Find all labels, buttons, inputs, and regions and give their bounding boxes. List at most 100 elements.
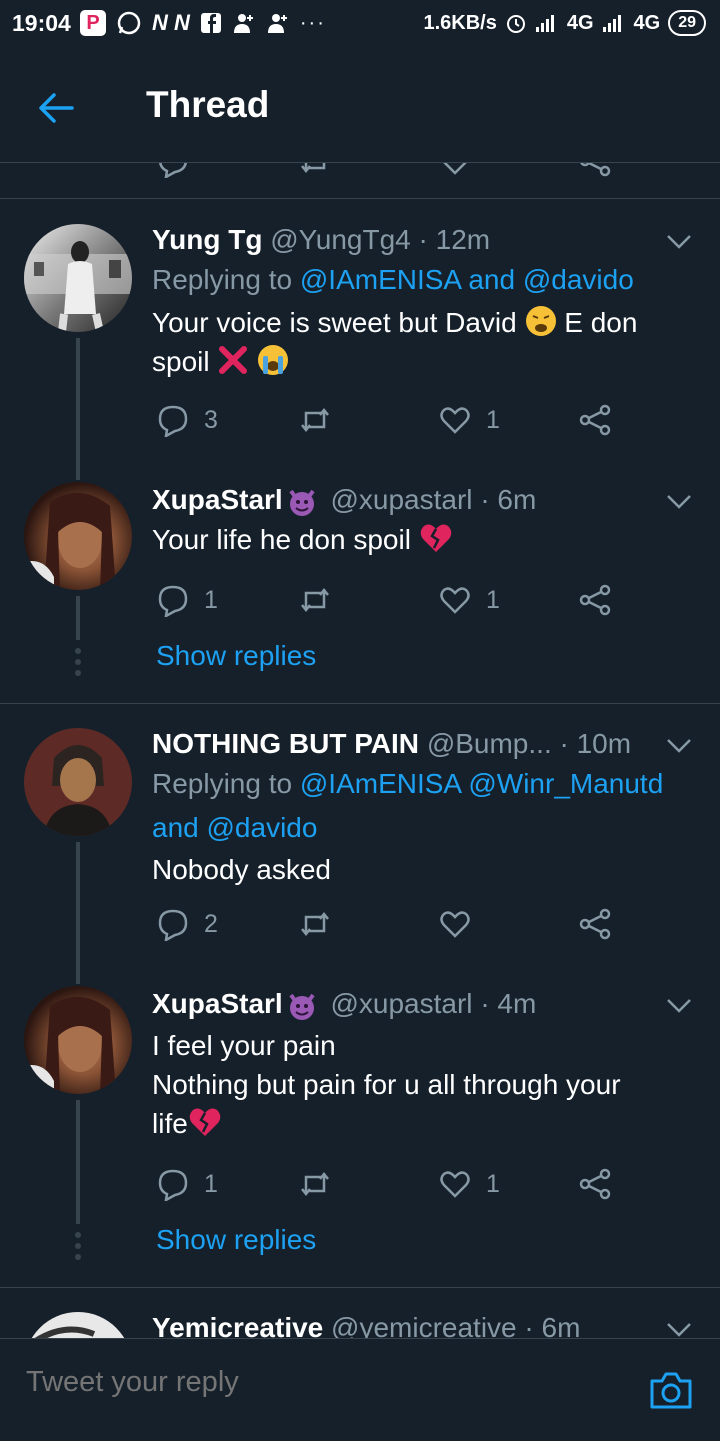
retweet-button[interactable] <box>298 580 332 620</box>
chevron-down-icon[interactable] <box>666 732 692 758</box>
thread-ellipsis <box>75 1232 81 1265</box>
like-button[interactable]: 1 <box>438 580 500 620</box>
reply-button[interactable]: 1 <box>156 580 218 620</box>
avatar[interactable] <box>24 1312 132 1338</box>
status-time: 19:04 <box>12 10 71 36</box>
display-name[interactable]: Yemicreative <box>152 1312 323 1338</box>
avatar[interactable] <box>24 482 132 590</box>
share-icon[interactable] <box>578 162 612 178</box>
facebook-icon <box>200 13 221 33</box>
like-button[interactable]: 1 <box>438 1164 500 1204</box>
like-button[interactable]: 1 <box>438 400 500 440</box>
mention-and[interactable]: and <box>152 812 199 843</box>
retweet-icon <box>301 1171 329 1197</box>
battery-indicator: 29 <box>668 10 706 36</box>
status-notification-icons: P N N ··· <box>80 10 326 36</box>
whatsapp-icon <box>117 11 141 35</box>
share-button[interactable] <box>578 904 612 944</box>
camera-button[interactable] <box>648 1369 694 1411</box>
mention-link[interactable]: @davido <box>207 812 318 843</box>
user-handle[interactable]: @YungTg4 <box>270 224 411 255</box>
tweet-text-line: Your voice is sweet but David <box>152 307 517 338</box>
status-bar: 19:04 P N N ··· 1.6KB/s 4G 4G 29 <box>0 0 720 52</box>
mention-link[interactable]: @Winr_Manutd <box>468 768 663 799</box>
tweet-actions: 2 <box>152 904 622 944</box>
share-button[interactable] <box>578 1164 612 1204</box>
share-icon <box>579 584 611 616</box>
divider <box>0 703 720 704</box>
tweet-actions: 1 1 <box>152 580 622 620</box>
tweet-text: Your life he don spoil <box>152 520 686 559</box>
tweet[interactable]: Yung Tg @YungTg4 · 12m Replying to @IAmE… <box>0 220 720 480</box>
chevron-down-icon[interactable] <box>666 488 692 514</box>
alarm-icon <box>506 15 525 33</box>
thread-connector <box>76 596 80 640</box>
retweet-button[interactable] <box>298 400 332 440</box>
tweet-header: Yemicreative @yemicreative · 6m <box>152 1308 666 1338</box>
add-user-icon <box>267 14 287 33</box>
devil-emoji-icon <box>289 489 315 516</box>
reply-input[interactable] <box>24 1365 588 1400</box>
tweet-text-line: Your life he don spoil <box>152 524 411 555</box>
network-speed: 1.6KB/s <box>423 11 497 34</box>
mention-and[interactable]: and <box>468 264 515 295</box>
reply-button[interactable]: 3 <box>156 400 218 440</box>
like-count: 1 <box>486 1169 500 1198</box>
tweet[interactable]: XupaStarl @xupastarl · 6m Your life he d… <box>0 480 720 700</box>
share-icon <box>579 404 611 436</box>
share-button[interactable] <box>578 400 612 440</box>
network-type-1: 4G <box>566 11 594 34</box>
heart-icon <box>440 587 470 614</box>
tweet[interactable]: NOTHING BUT PAIN @Bump... · 10m Replying… <box>0 724 720 984</box>
reply-icon[interactable] <box>156 162 190 178</box>
display-name[interactable]: XupaStarl <box>152 988 283 1019</box>
show-replies-link[interactable]: Show replies <box>156 640 316 672</box>
reply-button[interactable]: 1 <box>156 1164 218 1204</box>
thread-ellipsis <box>75 648 81 681</box>
tweet[interactable]: XupaStarl @xupastarl · 4m I feel your pa… <box>0 984 720 1284</box>
retweet-icon <box>301 587 329 613</box>
mention-link[interactable]: @IAmENISA <box>300 264 461 295</box>
signal-icon <box>535 15 554 32</box>
user-handle[interactable]: @xupastarl <box>330 988 472 1019</box>
reply-button[interactable]: 2 <box>156 904 218 944</box>
mention-link[interactable]: @davido <box>523 264 634 295</box>
like-button[interactable] <box>438 904 486 944</box>
user-handle[interactable]: @xupastarl <box>330 484 472 515</box>
broken-heart-emoji-icon <box>189 1108 221 1136</box>
chevron-down-icon[interactable] <box>666 992 692 1018</box>
chevron-down-icon[interactable] <box>666 1316 692 1338</box>
thread-feed[interactable]: Yung Tg @YungTg4 · 12m Replying to @IAmE… <box>0 162 720 1338</box>
thread-connector <box>76 338 80 480</box>
user-handle[interactable]: @Bump... <box>427 728 552 759</box>
show-replies-link[interactable]: Show replies <box>156 1224 316 1256</box>
chevron-down-icon[interactable] <box>666 228 692 254</box>
avatar[interactable] <box>24 224 132 332</box>
tweet-text-line: Nothing but pain for u all through your <box>152 1069 621 1100</box>
reply-icon <box>158 585 188 617</box>
share-button[interactable] <box>578 580 612 620</box>
mention-link[interactable]: @IAmENISA <box>300 768 461 799</box>
display-name[interactable]: Yung Tg <box>152 224 262 255</box>
tweet-header: Yung Tg @YungTg4 · 12m <box>152 220 666 260</box>
heart-icon[interactable] <box>438 162 472 178</box>
reply-compose-bar <box>0 1338 720 1441</box>
status-system-icons: 1.6KB/s 4G 4G 29 <box>423 10 706 36</box>
avatar[interactable] <box>24 728 132 836</box>
replying-to: Replying to @IAmENISA and @davido <box>152 258 690 302</box>
back-button[interactable] <box>34 86 78 130</box>
tweet-time: · 4m <box>480 988 537 1019</box>
tweet-text-line: E don <box>564 307 638 338</box>
retweet-icon[interactable] <box>298 162 332 178</box>
display-name[interactable]: NOTHING BUT PAIN <box>152 728 419 759</box>
tweet-time: · 6m <box>480 484 537 515</box>
reply-count: 2 <box>204 909 218 938</box>
avatar[interactable] <box>24 986 132 1094</box>
cross-mark-emoji-icon <box>219 346 248 374</box>
display-name[interactable]: XupaStarl <box>152 484 283 515</box>
tweet[interactable]: Yemicreative @yemicreative · 6m <box>0 1308 720 1338</box>
retweet-button[interactable] <box>298 1164 332 1204</box>
user-handle[interactable]: @yemicreative <box>331 1312 517 1338</box>
retweet-button[interactable] <box>298 904 332 944</box>
reply-count: 1 <box>204 1169 218 1198</box>
